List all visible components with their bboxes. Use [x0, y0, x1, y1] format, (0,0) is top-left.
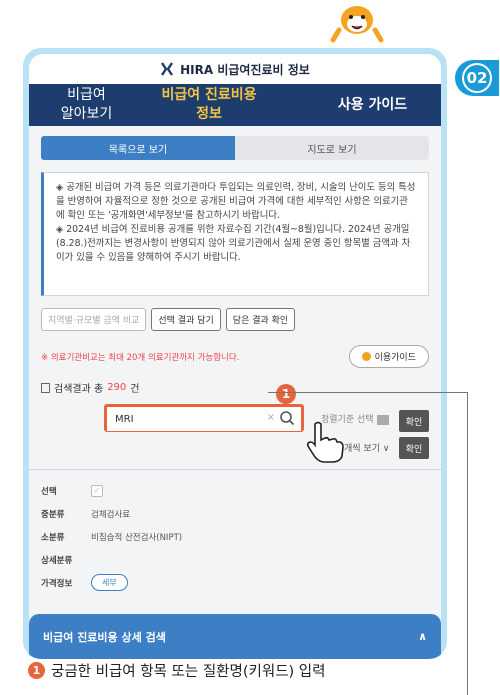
nav-item-guide[interactable]: 사용 가이드	[284, 96, 441, 115]
search-icon[interactable]	[279, 410, 295, 426]
result-count: 290	[107, 382, 127, 393]
chevron-down-icon: ∨	[382, 444, 390, 454]
step-number: 02	[462, 63, 492, 93]
detail-value: 검체검사료	[91, 509, 131, 520]
usage-guide-button[interactable]: 이용가이드	[348, 345, 429, 368]
detail-row: 중분류 검체검사료	[41, 502, 431, 525]
caption: 1 궁금한 비급여 항목 또는 질환명(키워드) 입력	[28, 660, 325, 681]
limit-notice: ※ 의료기관비교는 최대 20개 의료기관까지 가능합니다.	[41, 352, 240, 363]
sort-confirm-button[interactable]: 확인	[399, 410, 429, 432]
view-saved-button[interactable]: 담은 결과 확인	[225, 308, 296, 331]
sort-selector[interactable]: 정렬기준 선택	[321, 412, 389, 425]
notice-box: ◈ 공개된 비급여 가격 등은 의료기관마다 투입되는 의료인력, 장비, 시술…	[41, 172, 429, 296]
divider	[29, 469, 441, 470]
view-tabs: 목록으로 보기 지도로 보기	[41, 136, 429, 160]
page-size-select[interactable]: 개씩 보기 ∨	[344, 441, 389, 454]
app-screen: HIRA 비급여진료비 정보 비급여 알아보기 비급여 진료비용 정보 사용 가…	[29, 54, 441, 659]
nav-item-cost-info[interactable]: 비급여 진료비용 정보	[134, 86, 284, 124]
chevron-up-icon: ∧	[418, 630, 427, 643]
callout-line	[467, 392, 468, 695]
clear-icon[interactable]: ×	[267, 412, 275, 423]
nav-item-about[interactable]: 비급여 알아보기	[29, 86, 134, 124]
usage-guide-label: 이용가이드	[374, 353, 416, 363]
info-icon	[361, 352, 371, 361]
result-detail: 선택 ✓ 중분류 검체검사료 소분류 비침습적 산전검사(NIPT) 상세분류 …	[41, 479, 431, 594]
limit-row: ※ 의료기관비교는 최대 20개 의료기관까지 가능합니다. 이용가이드	[41, 345, 429, 368]
sort-label: 정렬기준 선택	[321, 415, 374, 425]
sort-dropdown-icon	[376, 414, 389, 425]
caption-number: 1	[28, 662, 45, 679]
page-size-confirm-button[interactable]: 확인	[399, 437, 429, 459]
page-size-label: 개씩 보기	[344, 444, 380, 454]
detail-row: 소분류 비침습적 산전검사(NIPT)	[41, 525, 431, 548]
step-badge: 02	[455, 60, 499, 96]
callout-number-badge: 1	[276, 384, 296, 404]
detail-search-bar[interactable]: 비급여 진료비용 상세 검색 ∧	[29, 614, 441, 659]
phone-frame: HIRA 비급여진료비 정보 비급여 알아보기 비급여 진료비용 정보 사용 가…	[23, 48, 447, 659]
detail-label: 소분류	[41, 532, 65, 543]
detail-row: 가격정보 세부	[41, 571, 431, 594]
action-buttons: 지역별·규모별 금액 비교 선택 결과 담기 담은 결과 확인	[41, 308, 429, 331]
tiger-mascot-icon	[330, 6, 384, 43]
brand-title: HIRA 비급여진료비 정보	[180, 62, 310, 77]
hira-logo-icon	[161, 62, 174, 76]
detail-label: 중분류	[41, 509, 65, 520]
detail-label: 선택	[41, 486, 57, 497]
brand-header: HIRA 비급여진료비 정보	[29, 54, 441, 84]
tab-list-view[interactable]: 목록으로 보기	[41, 136, 235, 160]
notice-paragraph: ◈ 공개된 비급여 가격 등은 의료기관마다 투입되는 의료인력, 장비, 시술…	[56, 182, 416, 221]
detail-value: 비침습적 산전검사(NIPT)	[91, 532, 183, 543]
detail-search-label: 비급여 진료비용 상세 검색	[43, 630, 166, 644]
compare-button[interactable]: 지역별·규모별 금액 비교	[41, 308, 147, 331]
detail-row: 선택 ✓	[41, 479, 431, 502]
caption-text: 궁금한 비급여 항목 또는 질환명(키워드) 입력	[51, 664, 326, 680]
callout-line	[268, 392, 468, 393]
result-suffix: 건	[130, 384, 140, 395]
result-prefix: 검색결과 총	[54, 384, 104, 395]
search-box: ×	[104, 404, 304, 432]
detail-row: 상세분류	[41, 548, 431, 571]
pointing-hand-icon	[306, 421, 344, 463]
document-icon	[41, 382, 50, 393]
tab-map-view[interactable]: 지도로 보기	[235, 136, 429, 160]
save-selected-button[interactable]: 선택 결과 담기	[151, 308, 221, 331]
select-checkbox[interactable]: ✓	[91, 484, 103, 497]
detail-label: 상세분류	[41, 555, 73, 566]
price-detail-button[interactable]: 세부	[91, 574, 128, 591]
detail-label: 가격정보	[41, 578, 73, 589]
main-nav: 비급여 알아보기 비급여 진료비용 정보 사용 가이드	[29, 84, 441, 126]
notice-paragraph: ◈ 2024년 비급여 진료비용 공개를 위한 자료수집 기간(4월~8월)입니…	[56, 224, 411, 263]
